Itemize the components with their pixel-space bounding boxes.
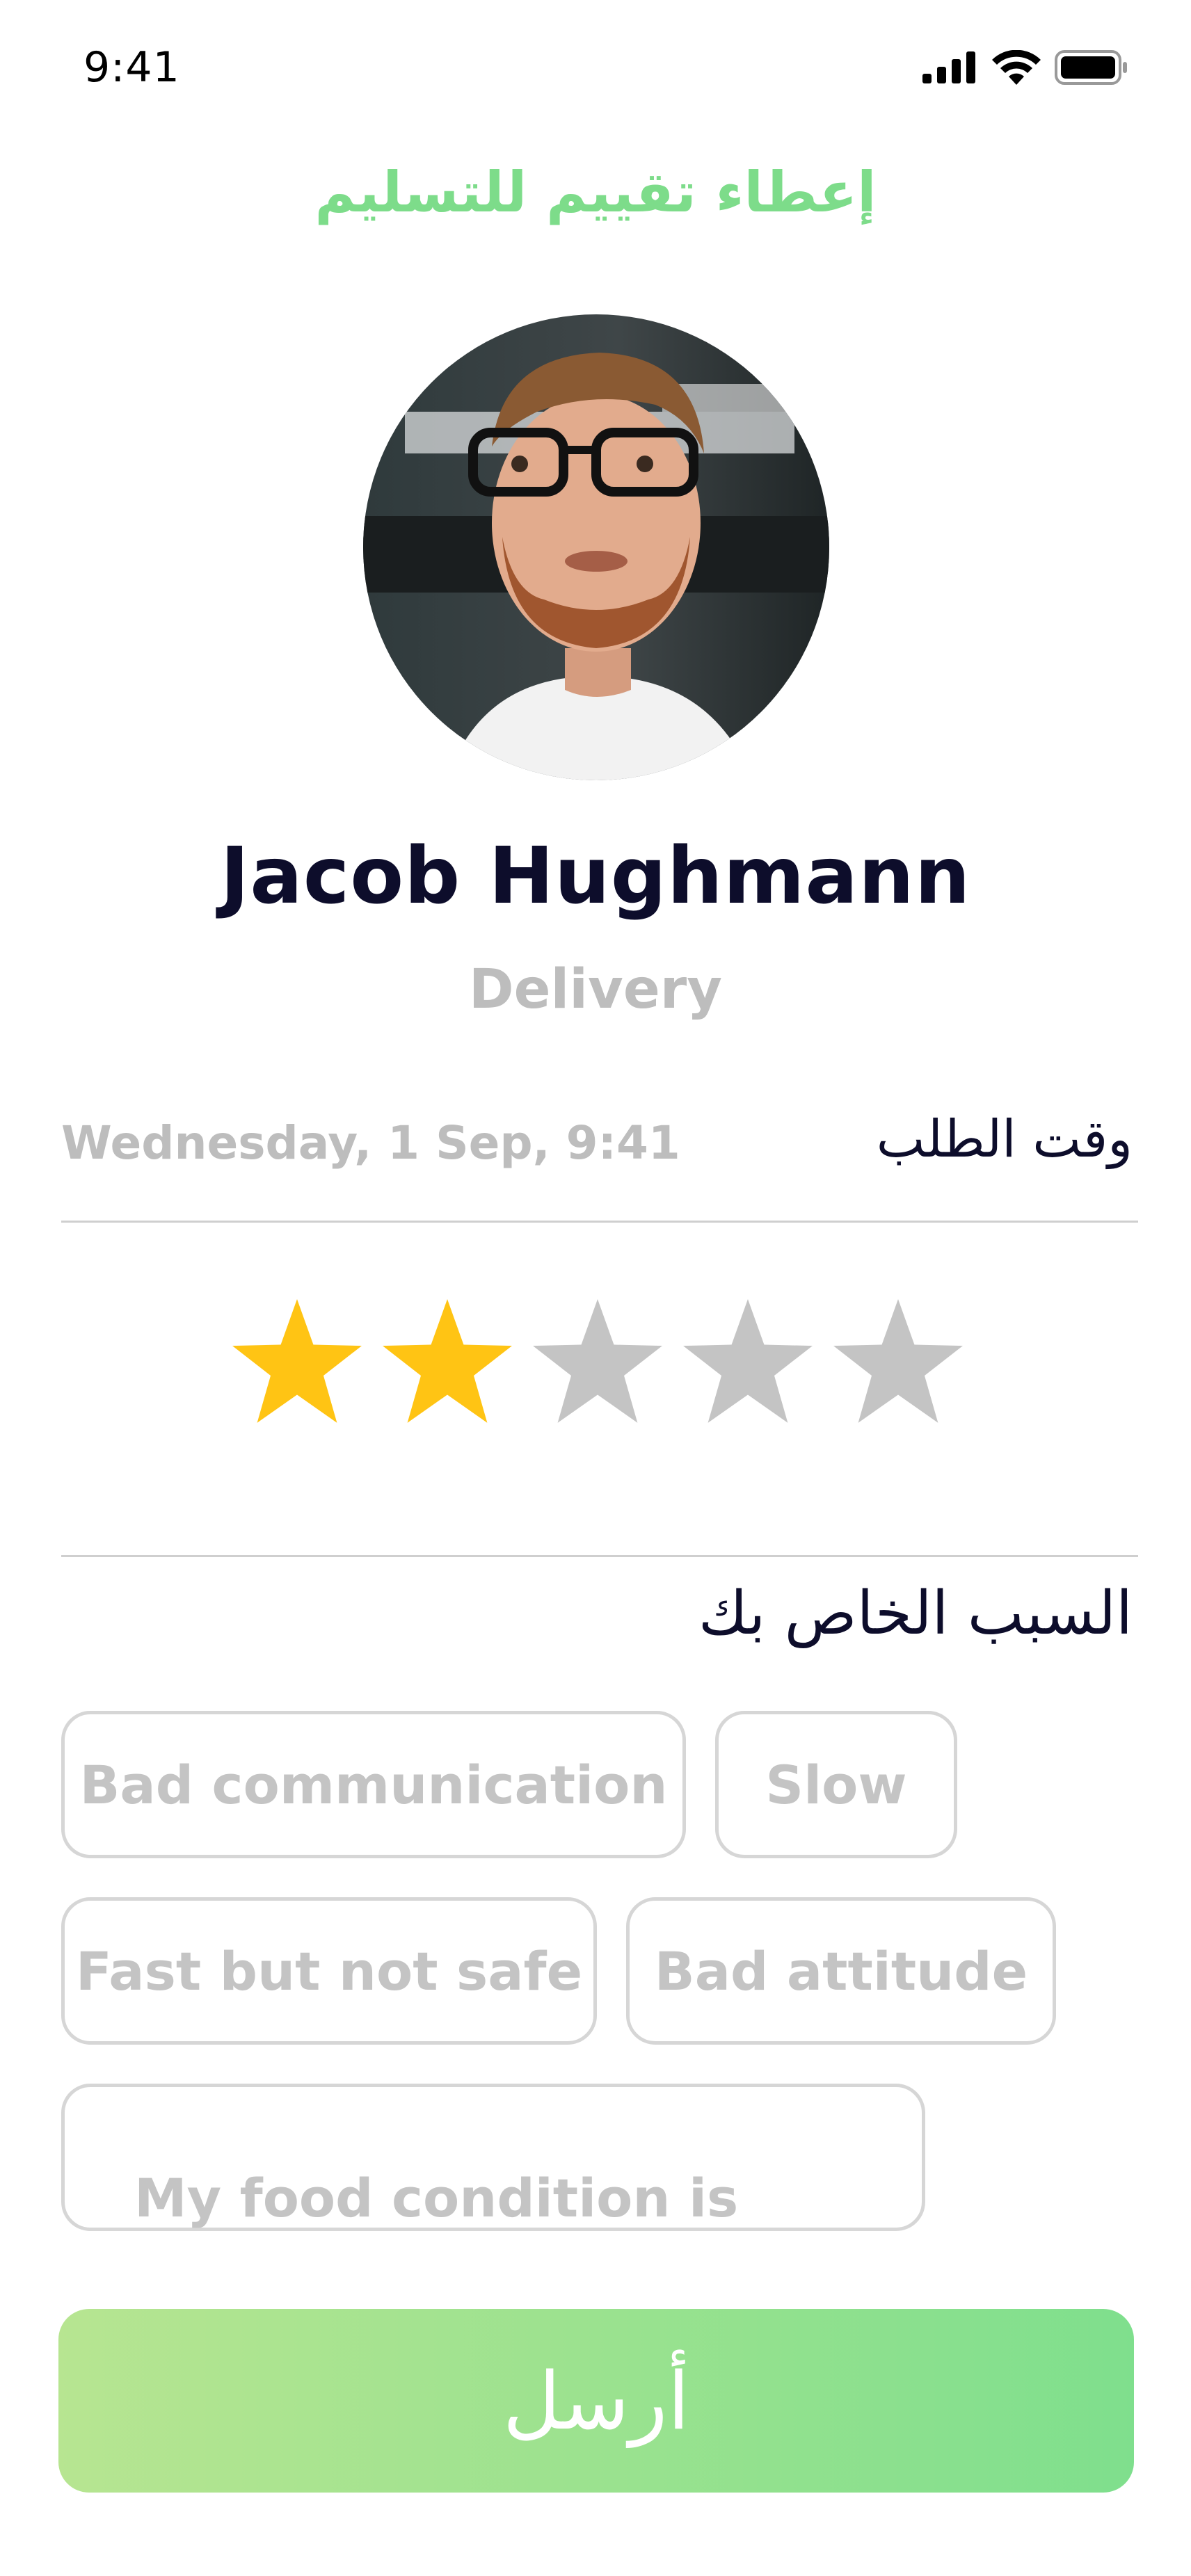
wifi-icon (992, 50, 1041, 85)
star-icon[interactable] (680, 1299, 815, 1428)
star-icon[interactable] (831, 1299, 966, 1428)
reason-label: السبب الخاص بك (698, 1579, 1133, 1648)
divider (61, 1221, 1138, 1223)
star-icon[interactable] (380, 1299, 515, 1428)
star-icon[interactable] (230, 1299, 365, 1428)
driver-name: Jacob Hughmann (220, 831, 971, 921)
divider (61, 1555, 1138, 1557)
star-rating (230, 1299, 966, 1428)
star-icon[interactable] (530, 1299, 665, 1428)
reason-chip-bad-communication[interactable]: Bad communication (61, 1711, 686, 1858)
reason-chip-slow[interactable]: Slow (715, 1711, 957, 1858)
status-time: 9:41 (83, 43, 180, 92)
page-title: إعطاء تقييم للتسليم (314, 160, 877, 225)
order-time-label: وقت الطلب (876, 1109, 1133, 1169)
reason-chip-bad-attitude[interactable]: Bad attitude (626, 1897, 1056, 2045)
submit-button[interactable]: أرسل (58, 2309, 1134, 2493)
battery-icon (1055, 50, 1127, 85)
reason-chip-food-ruined[interactable]: My food condition is ruined (61, 2084, 925, 2365)
driver-role: Delivery (468, 958, 723, 1021)
driver-avatar (363, 314, 829, 780)
scroll-fade (0, 2225, 1191, 2323)
order-date: Wednesday, 1 Sep, 9:41 (61, 1116, 680, 1170)
reason-chip-fast-not-safe[interactable]: Fast but not safe (61, 1897, 597, 2045)
status-icons (922, 50, 1128, 85)
cellular-signal-icon (922, 51, 975, 83)
